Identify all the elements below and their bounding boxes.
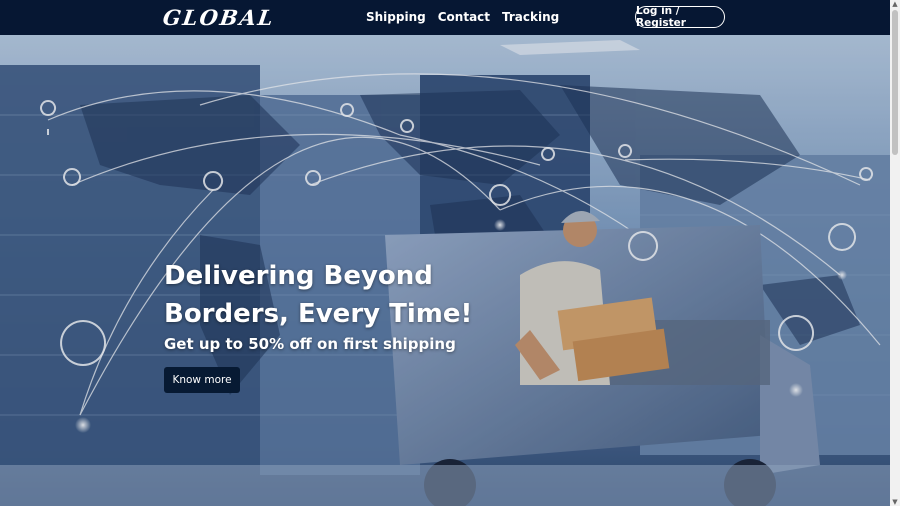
nav-link-tracking[interactable]: Tracking [502,10,559,24]
nav-link-contact[interactable]: Contact [438,10,490,24]
hero-section: Delivering Beyond Borders, Every Time! G… [0,35,890,506]
nav-link-shipping[interactable]: Shipping [366,10,426,24]
scrollbar-thumb[interactable] [892,10,898,155]
scroll-down-arrow-icon[interactable]: ▼ [891,498,899,506]
hero-title: Delivering Beyond Borders, Every Time! [164,261,473,329]
know-more-button[interactable]: Know more [164,367,240,393]
login-register-button[interactable]: Log in / Register [635,5,725,29]
brand-logo[interactable]: GLOBAL [161,5,276,30]
nav-links: Shipping Contact Tracking [366,10,559,24]
scroll-up-arrow-icon[interactable]: ▲ [891,0,899,8]
navbar: GLOBAL Shipping Contact Tracking Log in … [0,0,890,35]
vertical-scrollbar[interactable]: ▲ ▼ [890,0,900,506]
hero-subtitle: Get up to 50% off on first shipping [164,335,456,353]
